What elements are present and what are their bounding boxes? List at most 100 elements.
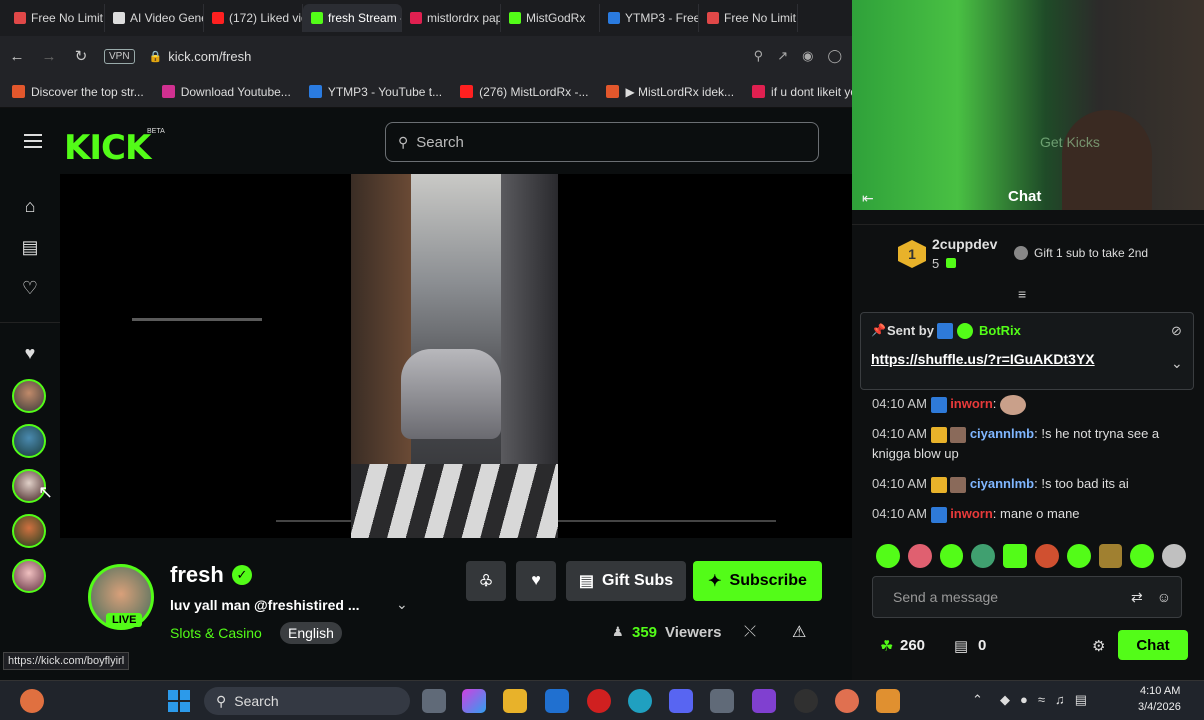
file-explorer-icon[interactable]: [503, 689, 527, 713]
message-user[interactable]: ciyannlmb: [970, 426, 1034, 441]
subscribe-button[interactable]: ✦ Subscribe: [693, 561, 822, 601]
bookmark-item[interactable]: ▶ MistLordRx idek...: [606, 85, 734, 99]
avatar[interactable]: [12, 424, 46, 458]
opera-icon[interactable]: [587, 689, 611, 713]
pinned-user[interactable]: BotRix: [979, 323, 1021, 338]
notification-bell-button[interactable]: ♧: [466, 561, 506, 601]
emote[interactable]: [876, 544, 900, 568]
clipchamp-icon[interactable]: [752, 689, 776, 713]
mod-badge: [930, 396, 947, 413]
message-time: 04:10 AM: [872, 476, 927, 491]
outlook-icon[interactable]: [545, 689, 569, 713]
follow-button[interactable]: ♥: [516, 561, 556, 601]
emote[interactable]: [1003, 544, 1027, 568]
zoom-icon[interactable]: ⚲: [754, 48, 764, 64]
overlay-get-kicks: Get Kicks: [1040, 134, 1100, 150]
weather-icon[interactable]: [20, 689, 44, 713]
share-icon[interactable]: ↗: [777, 48, 788, 64]
chat-panel: ⇤ Chat 1 2cuppdev 5 Gift 1 sub to take 2…: [852, 188, 1204, 680]
language-tag[interactable]: English: [280, 622, 342, 644]
forward-icon[interactable]: →: [40, 48, 58, 65]
kick-logo[interactable]: KICK: [64, 128, 151, 168]
bookmark-item[interactable]: YTMP3 - YouTube t...: [308, 85, 442, 99]
search-input[interactable]: ⚲ Search: [385, 122, 819, 162]
vpn-badge[interactable]: VPN: [104, 48, 135, 64]
app-icon[interactable]: [876, 689, 900, 713]
obs-icon[interactable]: [794, 689, 818, 713]
channel-name[interactable]: fresh: [170, 562, 224, 588]
unpin-icon[interactable]: ⊘: [1171, 323, 1182, 339]
leaderboard-user[interactable]: 2cuppdev: [932, 236, 997, 252]
bookmark-item[interactable]: Download Youtube...: [161, 85, 291, 99]
browser-tab[interactable]: fresh Stream - Watch: [303, 4, 402, 32]
camera-app-icon[interactable]: [710, 689, 734, 713]
chat-input[interactable]: Send a message ⇄ ☺: [872, 576, 1182, 618]
browser-tab[interactable]: mistlordrx pap: [402, 4, 501, 32]
emote[interactable]: [971, 544, 996, 568]
emote[interactable]: [1162, 544, 1186, 568]
menu-icon[interactable]: [24, 134, 42, 148]
browser-tab[interactable]: Free No Limit A: [6, 4, 105, 32]
search-icon: ⚲: [216, 692, 227, 709]
avatar[interactable]: [12, 514, 46, 548]
start-button[interactable]: [168, 690, 190, 712]
message-time: 04:10 AM: [872, 506, 927, 521]
expand-chevron-icon[interactable]: ⌄: [396, 596, 408, 613]
emote[interactable]: [939, 544, 964, 568]
edge-icon[interactable]: [628, 689, 652, 713]
app-icon[interactable]: [835, 689, 859, 713]
tray-icons[interactable]: ◆●≈♫▤: [1000, 692, 1097, 708]
bookmark-item[interactable]: Discover the top str...: [12, 85, 144, 99]
settings-gear-icon[interactable]: ⚙: [1092, 637, 1105, 655]
message-time: 04:10 AM: [872, 396, 927, 411]
chat-message: 04:10 AM inworn: mane o mane: [872, 506, 1080, 523]
emoji-icon[interactable]: ☺: [1157, 589, 1171, 605]
emote[interactable]: [1034, 544, 1059, 568]
copilot-icon[interactable]: [462, 689, 486, 713]
clock-date[interactable]: 3/4/2026: [1138, 701, 1181, 713]
gift-subs-button[interactable]: ▤ Gift Subs: [566, 561, 686, 601]
home-icon[interactable]: ⌂: [18, 196, 42, 220]
avatar[interactable]: [12, 559, 46, 593]
browser-tab[interactable]: YTMP3 - Free Y: [600, 4, 699, 32]
task-view-icon[interactable]: [422, 689, 446, 713]
reload-icon[interactable]: ↻: [72, 47, 90, 65]
browse-icon[interactable]: ▤: [18, 237, 42, 261]
browser-tab[interactable]: AI Video Gener: [105, 4, 204, 32]
avatar[interactable]: [12, 379, 46, 413]
message-user[interactable]: inworn: [950, 506, 993, 521]
leaderboard-toggle-icon[interactable]: ≡: [1018, 286, 1026, 302]
chat-send-button[interactable]: Chat: [1118, 630, 1188, 660]
category-link[interactable]: Slots & Casino: [170, 625, 262, 641]
verified-icon: ✓: [232, 565, 252, 585]
camera-icon[interactable]: ◉: [802, 48, 813, 64]
following-icon[interactable]: ♡: [18, 278, 42, 302]
message-user[interactable]: inworn: [950, 396, 993, 411]
discord-icon[interactable]: [669, 689, 693, 713]
gift-count[interactable]: 0: [978, 637, 986, 654]
share-icon[interactable]: ⤬: [744, 623, 756, 640]
emote[interactable]: [1098, 544, 1123, 568]
emote[interactable]: [907, 544, 932, 568]
taskbar-search[interactable]: ⚲ Search: [204, 687, 410, 715]
bookmark-item[interactable]: (276) MistLordRx -...: [460, 85, 588, 99]
back-icon[interactable]: ←: [8, 48, 26, 65]
url-field[interactable]: kick.com/fresh: [168, 49, 251, 64]
kicks-count[interactable]: 260: [900, 637, 925, 654]
translate-icon[interactable]: ⇄: [1131, 589, 1143, 606]
tray-chevron-icon[interactable]: ⌃: [972, 692, 983, 708]
expand-pinned-icon[interactable]: ⌄: [1171, 355, 1183, 372]
emote[interactable]: [1066, 544, 1091, 568]
report-icon[interactable]: ⚠: [792, 622, 806, 642]
message-user[interactable]: ciyannlmb: [970, 476, 1034, 491]
browser-tab[interactable]: Free No Limit: [699, 4, 798, 32]
emote[interactable]: [1130, 544, 1155, 568]
pinned-link[interactable]: https://shuffle.us/?r=IGuAKDt3YX: [871, 351, 1095, 367]
leaderboard-rank-badge: 1: [898, 240, 926, 268]
browser-tab[interactable]: MistGodRx: [501, 4, 600, 32]
collapse-chat-icon[interactable]: ⇤: [862, 190, 874, 207]
browser-tab[interactable]: (172) Liked vid: [204, 4, 303, 32]
shield-icon[interactable]: ◯: [827, 48, 842, 64]
clock-time[interactable]: 4:10 AM: [1140, 685, 1180, 697]
gift-prompt[interactable]: Gift 1 sub to take 2nd: [1034, 246, 1148, 260]
